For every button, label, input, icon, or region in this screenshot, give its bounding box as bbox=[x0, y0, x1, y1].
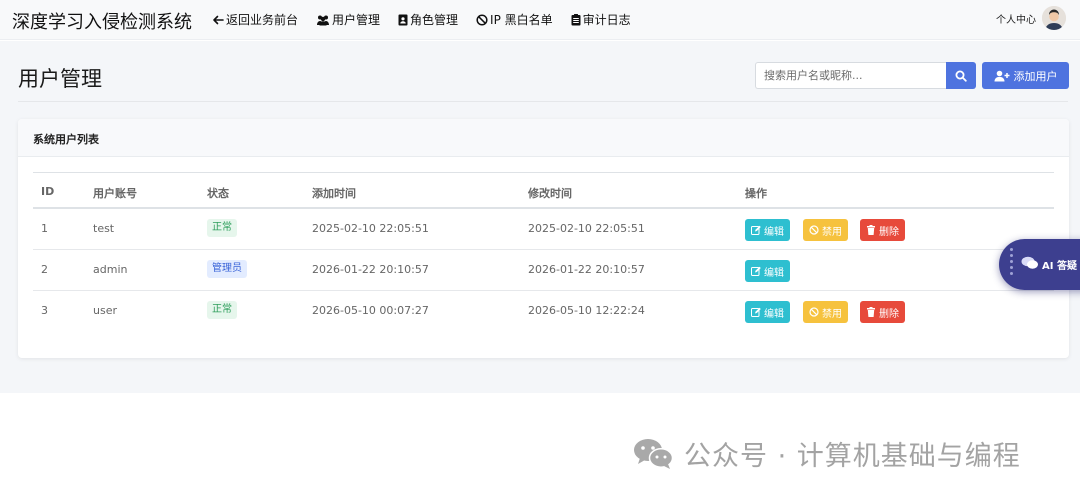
card-title: 系统用户列表 bbox=[18, 119, 1069, 157]
watermark-text: 公众号 · 计算机基础与编程 bbox=[684, 441, 1021, 472]
edit-label: 编辑 bbox=[764, 308, 784, 320]
top-navbar: 深度学习入侵检测系统 返回业务前台 用户管理 角色管理 IP 黑白名单 审计日志… bbox=[0, 0, 1080, 40]
edit-button[interactable]: 编辑 bbox=[745, 219, 790, 241]
cell-id: 3 bbox=[41, 304, 48, 317]
ban-icon bbox=[809, 307, 819, 317]
table-header-row: ID 用户账号 状态 添加时间 修改时间 操作 bbox=[33, 172, 1054, 209]
column-header-updated: 修改时间 bbox=[528, 187, 572, 200]
disable-button[interactable]: 禁用 bbox=[803, 219, 848, 241]
search-input[interactable] bbox=[755, 62, 946, 89]
cell-username: test bbox=[93, 222, 115, 235]
delete-button[interactable]: 删除 bbox=[860, 301, 905, 323]
disable-label: 禁用 bbox=[822, 226, 842, 238]
cell-id: 2 bbox=[41, 263, 48, 276]
user-plus-icon bbox=[994, 70, 1009, 81]
delete-button[interactable]: 删除 bbox=[860, 219, 905, 241]
column-header-status: 状态 bbox=[207, 187, 229, 200]
main-content: 用户管理 添加用户 系统用户列表 ID 用户账号 状态 添加时间 修改时间 操作… bbox=[0, 41, 1080, 393]
user-center-link[interactable]: 个人中心 bbox=[996, 11, 1036, 26]
disable-button[interactable]: 禁用 bbox=[803, 301, 848, 323]
cell-updated: 2025-02-10 22:05:51 bbox=[528, 222, 645, 235]
ban-icon bbox=[476, 13, 488, 26]
avatar-image bbox=[1042, 6, 1066, 30]
search-button[interactable] bbox=[946, 62, 976, 89]
avatar[interactable] bbox=[1042, 6, 1066, 30]
page-title: 用户管理 bbox=[18, 67, 102, 91]
drag-handle-icon[interactable] bbox=[1010, 248, 1014, 278]
cell-created: 2025-02-10 22:05:51 bbox=[312, 222, 429, 235]
edit-label: 编辑 bbox=[764, 226, 784, 238]
users-icon bbox=[317, 15, 330, 25]
app-brand[interactable]: 深度学习入侵检测系统 bbox=[12, 8, 192, 34]
nav-ip-list[interactable]: IP 黑白名单 bbox=[476, 11, 553, 28]
arrow-left-icon bbox=[213, 15, 224, 24]
nav-label: 用户管理 bbox=[332, 13, 381, 27]
watermark: 公众号 · 计算机基础与编程 bbox=[632, 434, 1021, 473]
delete-label: 删除 bbox=[879, 226, 899, 238]
ai-assistant-label: AI 答疑 bbox=[1042, 261, 1077, 272]
nav-user-management[interactable]: 用户管理 bbox=[316, 11, 380, 28]
cell-created: 2026-01-22 20:10:57 bbox=[312, 263, 429, 276]
id-badge-icon bbox=[398, 14, 408, 25]
clipboard-list-icon bbox=[571, 13, 581, 25]
column-header-actions: 操作 bbox=[745, 187, 767, 200]
wechat-icon bbox=[634, 438, 674, 469]
nav-back-to-frontend[interactable]: 返回业务前台 bbox=[212, 11, 298, 28]
nav-links: 返回业务前台 用户管理 角色管理 IP 黑白名单 审计日志 bbox=[212, 11, 631, 28]
user-menu[interactable]: 个人中心 bbox=[996, 6, 1066, 30]
title-divider bbox=[18, 101, 1068, 102]
edit-button[interactable]: 编辑 bbox=[745, 260, 790, 282]
column-header-id: ID bbox=[41, 185, 55, 198]
user-list-card: 系统用户列表 ID 用户账号 状态 添加时间 修改时间 操作 1 test 正常… bbox=[18, 119, 1069, 358]
nav-label: 返回业务前台 bbox=[226, 13, 299, 27]
edit-icon bbox=[751, 225, 761, 235]
users-table: ID 用户账号 状态 添加时间 修改时间 操作 1 test 正常 2025-0… bbox=[33, 172, 1054, 332]
cell-updated: 2026-01-22 20:10:57 bbox=[528, 263, 645, 276]
table-row: 1 test 正常 2025-02-10 22:05:51 2025-02-10… bbox=[33, 209, 1054, 250]
nav-audit-log[interactable]: 审计日志 bbox=[571, 11, 631, 28]
table-row: 3 user 正常 2026-05-10 00:07:27 2026-05-10… bbox=[33, 291, 1054, 332]
nav-label: IP 黑白名单 bbox=[490, 13, 553, 27]
nav-label: 角色管理 bbox=[410, 13, 459, 27]
add-user-button[interactable]: 添加用户 bbox=[982, 62, 1069, 89]
status-badge: 管理员 bbox=[207, 260, 247, 278]
chat-bubbles-icon bbox=[1021, 256, 1038, 269]
cell-username: admin bbox=[93, 263, 128, 276]
column-header-username: 用户账号 bbox=[93, 187, 137, 200]
delete-label: 删除 bbox=[879, 308, 899, 320]
nav-role-management[interactable]: 角色管理 bbox=[398, 11, 458, 28]
add-user-label: 添加用户 bbox=[1013, 69, 1058, 83]
nav-label: 审计日志 bbox=[582, 13, 631, 27]
edit-button[interactable]: 编辑 bbox=[745, 301, 790, 323]
cell-updated: 2026-05-10 12:22:24 bbox=[528, 304, 645, 317]
search-icon bbox=[955, 70, 967, 82]
column-header-created: 添加时间 bbox=[312, 187, 356, 200]
table-row: 2 admin 管理员 2026-01-22 20:10:57 2026-01-… bbox=[33, 250, 1054, 291]
cell-id: 1 bbox=[41, 222, 48, 235]
disable-label: 禁用 bbox=[822, 308, 842, 320]
edit-label: 编辑 bbox=[764, 267, 784, 279]
cell-created: 2026-05-10 00:07:27 bbox=[312, 304, 429, 317]
edit-icon bbox=[751, 307, 761, 317]
status-badge: 正常 bbox=[207, 219, 237, 237]
edit-icon bbox=[751, 266, 761, 276]
status-badge: 正常 bbox=[207, 301, 237, 319]
ai-assistant-button[interactable]: AI 答疑 bbox=[999, 239, 1080, 290]
ban-icon bbox=[809, 225, 819, 235]
trash-icon bbox=[867, 225, 875, 235]
cell-username: user bbox=[93, 304, 117, 317]
trash-icon bbox=[867, 307, 875, 317]
